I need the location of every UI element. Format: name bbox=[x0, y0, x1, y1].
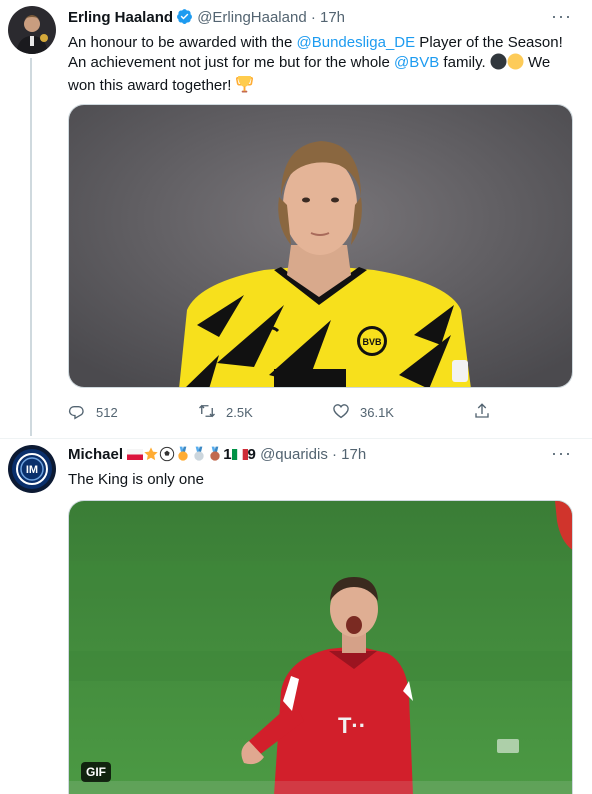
divider bbox=[0, 438, 592, 439]
mention-bvb[interactable]: @BVB bbox=[394, 54, 439, 71]
mention-bundesliga[interactable]: @Bundesliga_DE bbox=[297, 34, 416, 51]
tweet-header: Erling Haaland @ErlingHaaland · 17h bbox=[68, 8, 345, 31]
separator: · bbox=[310, 9, 316, 26]
more-icon[interactable]: ··· bbox=[551, 443, 572, 464]
silver-medal-icon bbox=[191, 446, 207, 468]
star-icon bbox=[143, 446, 159, 468]
name-number: 1 bbox=[223, 446, 232, 463]
author-handle[interactable]: @quaridis bbox=[260, 446, 328, 463]
author-name[interactable]: Michael bbox=[68, 446, 123, 463]
reply-icon bbox=[68, 402, 86, 423]
like-button[interactable]: 36.1K bbox=[332, 402, 394, 423]
avatar-erling[interactable] bbox=[8, 6, 56, 54]
soccer-ball-icon bbox=[159, 446, 175, 468]
like-icon bbox=[332, 402, 350, 423]
avatar-michael[interactable]: IM bbox=[8, 445, 56, 493]
retweet-count: 2.5K bbox=[226, 405, 253, 420]
author-handle[interactable]: @ErlingHaaland bbox=[197, 9, 306, 26]
black-circle-icon bbox=[490, 53, 507, 76]
yellow-circle-icon bbox=[507, 53, 524, 76]
tweet-erling[interactable]: Erling Haaland @ErlingHaaland · 17h ··· … bbox=[0, 0, 592, 440]
reply-button[interactable]: 512 bbox=[68, 402, 118, 423]
italy-flag-icon bbox=[231, 446, 248, 460]
reply-count: 512 bbox=[96, 405, 118, 420]
more-icon[interactable]: ··· bbox=[551, 6, 572, 27]
gold-medal-icon bbox=[175, 446, 191, 468]
retweet-button[interactable]: 2.5K bbox=[198, 402, 253, 423]
tweet-actions: 512 2.5K 36.1K bbox=[68, 402, 498, 422]
like-count: 36.1K bbox=[360, 405, 394, 420]
poland-flag-icon bbox=[127, 446, 144, 460]
author-name[interactable]: Erling Haaland bbox=[68, 9, 173, 26]
verified-icon bbox=[176, 8, 193, 31]
share-button[interactable] bbox=[473, 402, 491, 423]
tweet-text: The King is only one bbox=[68, 471, 204, 488]
tweet-header: Michael 19 @quaridis · 17h bbox=[68, 445, 366, 468]
svg-text:IM: IM bbox=[26, 464, 38, 476]
name-number: 9 bbox=[247, 446, 256, 463]
tweet-gif[interactable]: T·· GIF bbox=[68, 500, 573, 794]
tweet-photo[interactable]: BVB bbox=[68, 104, 573, 388]
retweet-icon bbox=[198, 402, 216, 423]
svg-text:BVB: BVB bbox=[362, 337, 382, 347]
separator: · bbox=[332, 446, 337, 463]
timestamp[interactable]: 17h bbox=[341, 446, 366, 463]
bronze-medal-icon bbox=[207, 446, 223, 468]
timestamp[interactable]: 17h bbox=[320, 9, 345, 26]
gif-badge: GIF bbox=[81, 762, 111, 782]
text-part: family. bbox=[439, 54, 490, 71]
tweet-michael[interactable]: IM Michael 19 @quaridis · 17h ··· The Ki… bbox=[0, 440, 592, 794]
tweet-text: An honour to be awarded with the @Bundes… bbox=[68, 33, 568, 99]
svg-text:T··: T·· bbox=[338, 713, 366, 738]
trophy-icon bbox=[235, 76, 253, 99]
text-part: An honour to be awarded with the bbox=[68, 34, 297, 51]
share-icon bbox=[473, 402, 491, 423]
